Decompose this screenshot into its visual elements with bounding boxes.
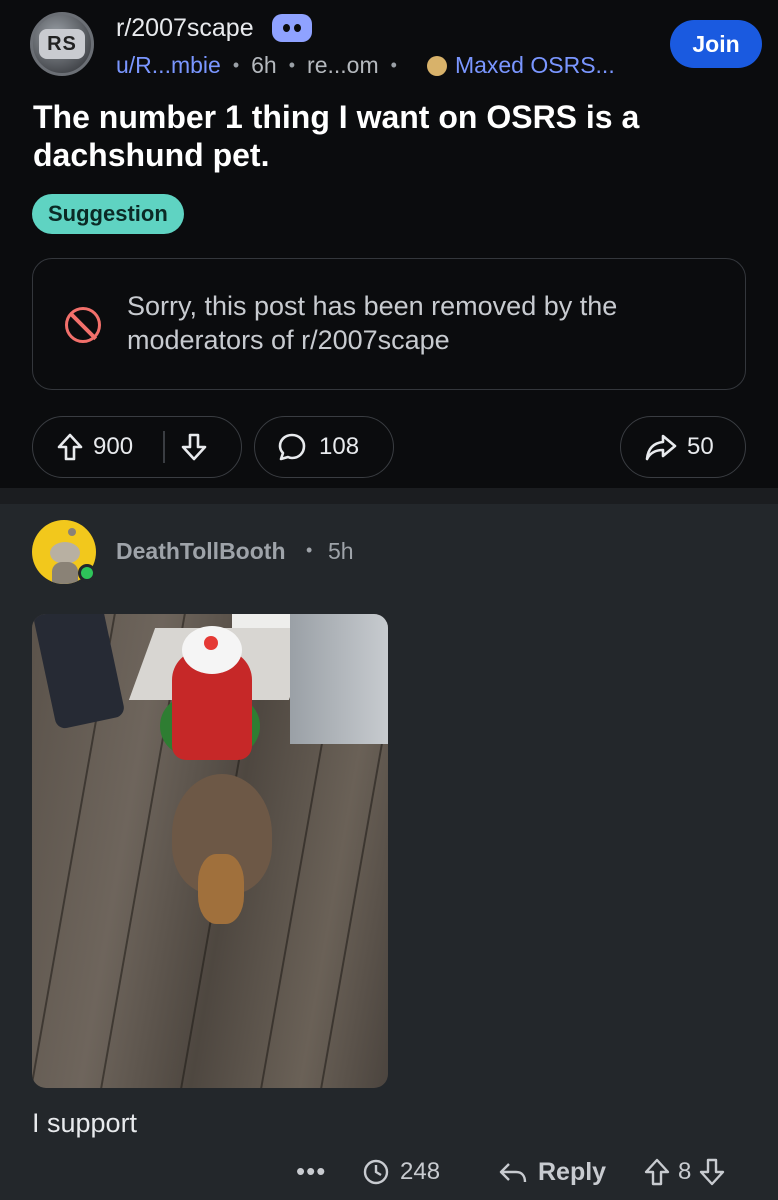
- ban-icon: [65, 307, 101, 343]
- comment-card: DeathTollBooth • 5h I support ••• 248 Re…: [0, 504, 778, 1200]
- section-divider: [0, 488, 778, 504]
- comment-text: I support: [32, 1108, 138, 1138]
- snoo-head: [50, 542, 80, 564]
- downvote-arrow-icon[interactable]: [181, 433, 207, 461]
- upvote-arrow-icon[interactable]: [57, 433, 83, 461]
- more-options-button[interactable]: •••: [296, 1156, 326, 1187]
- award-button[interactable]: 248: [362, 1158, 440, 1186]
- removed-message: Sorry, this post has been removed by the…: [127, 291, 618, 355]
- comment-votes: 8: [644, 1158, 725, 1186]
- upvote-arrow-icon[interactable]: [644, 1158, 670, 1186]
- santa-face: [182, 626, 242, 674]
- award-icon: [363, 1159, 389, 1185]
- comment-image[interactable]: [32, 614, 388, 1088]
- post-age: 6h: [251, 52, 277, 78]
- join-button[interactable]: Join: [670, 20, 762, 68]
- snoo-antenna: [68, 528, 76, 536]
- comment-username[interactable]: DeathTollBooth: [116, 538, 286, 565]
- share-button[interactable]: 50: [620, 416, 746, 478]
- comments-button[interactable]: 108: [254, 416, 394, 478]
- separator-dot: •: [232, 55, 240, 75]
- reply-button[interactable]: Reply: [498, 1158, 606, 1187]
- vote-divider: [163, 431, 165, 463]
- online-status-indicator: [78, 564, 96, 582]
- removed-notice: Sorry, this post has been removed by the…: [32, 258, 746, 390]
- award-count: 248: [400, 1158, 441, 1185]
- separator-dot: •: [306, 540, 313, 560]
- runescape-logo-icon: RS: [39, 29, 85, 59]
- separator-dot: •: [288, 55, 296, 75]
- reply-label: Reply: [538, 1158, 607, 1186]
- post-domain[interactable]: re...om: [307, 52, 379, 79]
- subreddit-avatar[interactable]: RS: [30, 12, 94, 76]
- comment-bubble-icon: [278, 433, 306, 461]
- downvote-arrow-icon[interactable]: [699, 1158, 725, 1186]
- comment-vote-count: 8: [678, 1158, 692, 1185]
- subreddit-name[interactable]: r/2007scape: [116, 14, 254, 43]
- post-card: RS r/2007scape u/R...mbie • 6h • re...om…: [0, 0, 778, 488]
- comment-age: 5h: [328, 538, 354, 564]
- share-arrow-icon: [645, 434, 677, 461]
- snoo-body: [52, 562, 78, 584]
- vote-bar: 900: [32, 416, 242, 478]
- reply-arrow-icon: [499, 1162, 527, 1182]
- share-count: 50: [687, 433, 714, 460]
- upvote-count: 900: [93, 433, 134, 460]
- comment-count: 108: [319, 433, 360, 460]
- santa-nose: [204, 636, 218, 650]
- user-flair: Maxed OSRS...: [454, 52, 615, 78]
- appliance: [290, 614, 388, 744]
- discord-icon[interactable]: [272, 14, 312, 42]
- dachshund-snout: [198, 854, 244, 924]
- post-meta: u/R...mbie • 6h • re...om • Maxed OSRS..…: [116, 52, 615, 79]
- post-author[interactable]: u/R...mbie: [116, 52, 221, 79]
- comment-actions: ••• 248 Reply 8: [0, 1154, 778, 1194]
- maxed-cape-icon: [426, 55, 447, 76]
- separator-dot: •: [390, 55, 397, 75]
- post-flair[interactable]: Suggestion: [32, 194, 184, 234]
- post-title[interactable]: The number 1 thing I want on OSRS is a d…: [33, 98, 733, 174]
